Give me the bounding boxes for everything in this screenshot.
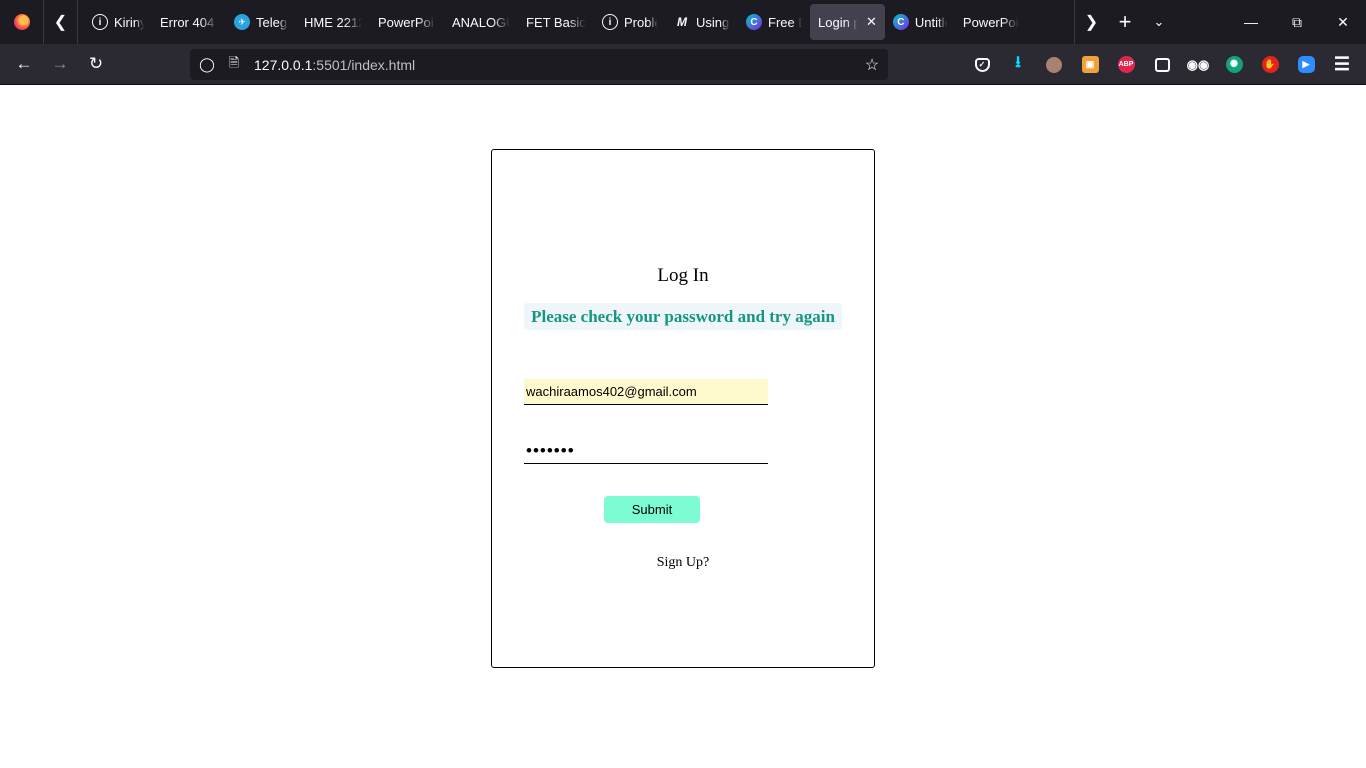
tab-telegram[interactable]: ✈ Telegr: [226, 4, 296, 40]
downloads-icon[interactable]: ⭳: [1000, 44, 1036, 85]
submit-button[interactable]: Submit: [604, 496, 700, 523]
notes-extension-icon[interactable]: [1144, 44, 1180, 85]
tab-powerpoint[interactable]: PowerPoi: [370, 4, 444, 40]
chatgpt-extension-icon[interactable]: ✺: [1216, 44, 1252, 85]
minimize-icon[interactable]: —: [1228, 0, 1274, 44]
close-tab-icon[interactable]: ✕: [866, 14, 877, 30]
tab-using[interactable]: M Using: [666, 4, 738, 40]
rss-extension-icon[interactable]: ▣: [1072, 44, 1108, 85]
list-all-tabs-icon[interactable]: ⌄: [1142, 0, 1176, 44]
reload-icon[interactable]: ↻: [78, 48, 114, 80]
telegram-icon: ✈: [234, 14, 250, 30]
url-host: 127.0.0.1: [254, 56, 313, 73]
medium-icon: M: [677, 15, 687, 29]
tab-label: PowerPoi: [378, 14, 434, 30]
incognito-extension-icon[interactable]: ◉◉: [1180, 44, 1216, 85]
tab-label: HME 2212: [304, 14, 362, 30]
tab-label: Free D: [768, 14, 802, 30]
address-bar[interactable]: ◯ 🗎 127.0.0.1:5501/index.html ☆: [190, 49, 888, 80]
tab-strip: i Kiriny Error 404 ( ✈ Telegr HME 2212 P…: [78, 0, 1074, 44]
tab-fet-basics[interactable]: FET Basics: [518, 4, 594, 40]
tab-problem[interactable]: i Proble: [594, 4, 666, 40]
page-info-icon[interactable]: 🗎: [222, 54, 246, 76]
navigation-toolbar: ← → ↻ ◯ 🗎 127.0.0.1:5501/index.html ☆ ✓ …: [0, 44, 1366, 85]
tab-error-404[interactable]: Error 404 (: [152, 4, 226, 40]
canva-icon: C: [746, 14, 762, 30]
tab-bar: ❮ i Kiriny Error 404 ( ✈ Telegr HME 2212…: [0, 0, 1366, 44]
tab-free-design[interactable]: C Free D: [738, 4, 810, 40]
canva-icon: C: [892, 14, 909, 30]
tab-label: Proble: [624, 14, 658, 30]
info-icon: i: [92, 14, 108, 30]
tab-label: PowerPoi: [962, 14, 1019, 30]
tab-label: Error 404 (: [160, 14, 218, 30]
tab-label: Login p: [818, 14, 858, 30]
tab-powerpoint-2[interactable]: PowerPoi: [955, 4, 1027, 40]
scroll-tabs-left-icon[interactable]: ❮: [44, 0, 78, 44]
restore-icon[interactable]: ⧉: [1274, 0, 1320, 44]
extensions-toolbar: ✓ ⭳ ▣ ABP ◉◉ ✺ ✋ ▶ ☰: [964, 44, 1360, 85]
new-tab-icon[interactable]: +: [1108, 0, 1142, 44]
tab-label: Kiriny: [114, 14, 144, 30]
error-message: Please check your password and try again: [524, 303, 842, 330]
forward-icon[interactable]: →: [42, 48, 78, 80]
firefox-menu-icon[interactable]: [0, 0, 44, 44]
tab-label: FET Basics: [526, 14, 586, 30]
page-viewport: Log In Please check your password and tr…: [0, 85, 1366, 768]
url-path: :5501/index.html: [312, 56, 416, 73]
tab-label: Untitle: [914, 14, 947, 30]
tab-label: ANALOGU: [452, 14, 510, 30]
zoom-extension-icon[interactable]: ▶: [1288, 44, 1324, 85]
signup-link[interactable]: Sign Up?: [492, 555, 874, 571]
stop-hand-extension-icon[interactable]: ✋: [1252, 44, 1288, 85]
tab-analogue[interactable]: ANALOGU: [444, 4, 518, 40]
tab-label: Telegr: [256, 14, 288, 30]
tab-kiriny[interactable]: i Kiriny: [84, 4, 152, 40]
back-icon[interactable]: ←: [6, 48, 42, 80]
tab-untitled[interactable]: C Untitle: [885, 4, 955, 40]
email-field[interactable]: [524, 379, 768, 405]
account-avatar-icon[interactable]: [1036, 44, 1072, 85]
tab-label: Using: [696, 14, 730, 30]
tracking-protection-icon[interactable]: ◯: [192, 56, 222, 73]
tab-hme-2212[interactable]: HME 2212: [296, 4, 370, 40]
bookmark-star-icon[interactable]: ☆: [856, 55, 888, 75]
tab-login-page[interactable]: Login p ✕: [810, 4, 885, 40]
pocket-icon[interactable]: ✓: [964, 44, 1000, 85]
close-window-icon[interactable]: ✕: [1320, 0, 1366, 44]
password-field[interactable]: [524, 438, 768, 464]
login-card: Log In Please check your password and tr…: [491, 149, 875, 668]
app-menu-icon[interactable]: ☰: [1324, 44, 1360, 85]
scroll-tabs-right-icon[interactable]: ❯: [1074, 0, 1108, 44]
adblock-plus-icon[interactable]: ABP: [1108, 44, 1144, 85]
page-title: Log In: [657, 265, 709, 286]
info-icon: i: [602, 14, 618, 30]
